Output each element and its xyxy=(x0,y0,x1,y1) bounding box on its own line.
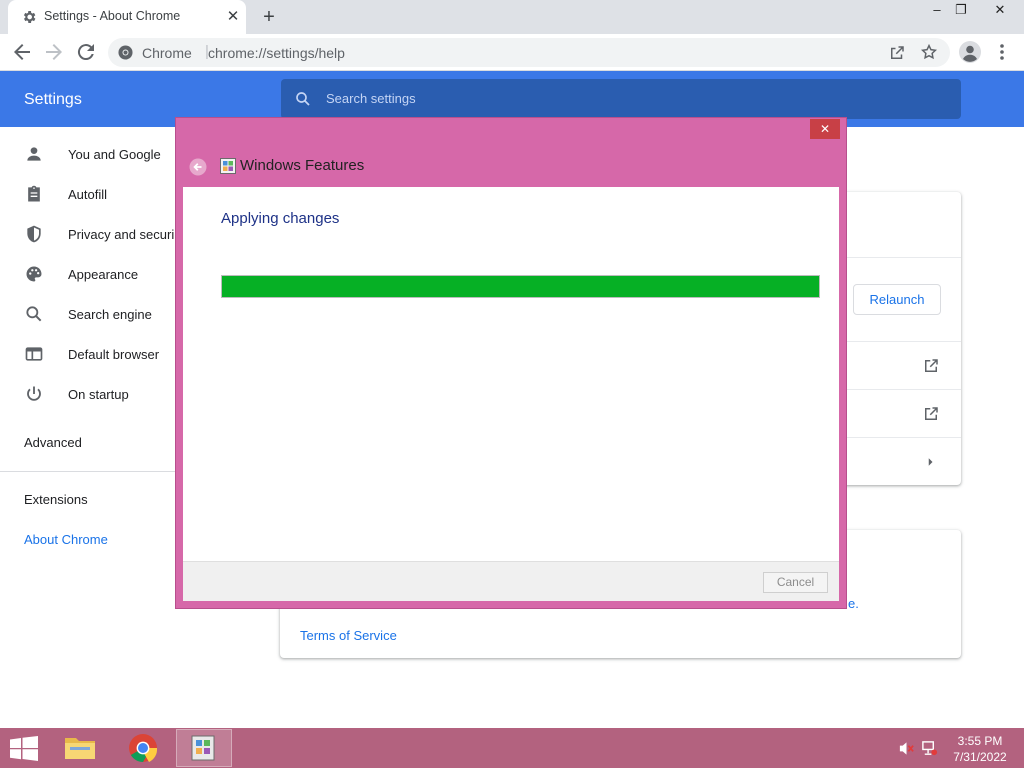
sidebar-item-appearance[interactable]: Appearance xyxy=(0,254,180,294)
chevron-right-icon[interactable] xyxy=(922,453,940,471)
shield-icon xyxy=(27,225,41,243)
dialog-close-button[interactable]: ✕ xyxy=(810,119,840,139)
dialog-content: Applying changes xyxy=(183,187,839,561)
terms-of-service-link[interactable]: Terms of Service xyxy=(300,628,397,643)
url-text[interactable]: chrome://settings/help xyxy=(208,45,345,61)
sidebar-item-label: Privacy and securi xyxy=(68,227,175,242)
browser-window-icon xyxy=(25,347,43,361)
sidebar-item-label: Autofill xyxy=(68,187,108,202)
more-menu-icon[interactable] xyxy=(995,40,1009,64)
share-icon[interactable] xyxy=(888,44,906,62)
windows-features-icon xyxy=(220,158,236,174)
taskbar-clock[interactable]: 3:55 PM 7/31/2022 xyxy=(944,733,1016,765)
sidebar-item-privacy-and-security[interactable]: Privacy and securi xyxy=(0,214,180,254)
clipboard-icon xyxy=(28,185,40,202)
sidebar-extensions[interactable]: Extensions xyxy=(24,492,88,507)
sidebar-item-autofill[interactable]: Autofill xyxy=(0,174,180,214)
palette-icon xyxy=(26,266,42,282)
sidebar-item-label: Appearance xyxy=(68,267,139,282)
search-icon xyxy=(26,306,42,322)
bookmark-star-icon[interactable] xyxy=(920,43,938,61)
window-close-button[interactable]: ✕ xyxy=(977,0,1023,22)
volume-muted-icon[interactable] xyxy=(898,740,915,757)
power-icon xyxy=(27,386,41,401)
taskbar: 3:55 PM 7/31/2022 xyxy=(0,728,1024,768)
dialog-footer: Cancel xyxy=(183,561,839,601)
clock-date: 7/31/2022 xyxy=(953,750,1007,764)
page-title: Settings xyxy=(24,91,82,108)
site-label: Chrome xyxy=(142,45,192,61)
profile-avatar-icon[interactable] xyxy=(958,40,982,64)
folder-icon xyxy=(65,738,95,759)
chrome-logo-icon xyxy=(118,45,133,60)
sidebar-item-on-startup[interactable]: On startup xyxy=(0,374,180,414)
taskbar-chrome[interactable] xyxy=(115,729,171,767)
sidebar-item-label: On startup xyxy=(68,387,129,402)
taskbar-file-explorer[interactable] xyxy=(52,729,108,767)
new-tab-button[interactable]: + xyxy=(258,6,280,28)
tab-strip: Settings - About Chrome ✕ + – ❐ ✕ xyxy=(0,0,1024,34)
sidebar-item-default-browser[interactable]: Default browser xyxy=(0,334,180,374)
dialog-heading: Applying changes xyxy=(221,210,340,227)
restore-button[interactable]: ❐ xyxy=(946,0,976,22)
progress-bar xyxy=(221,275,820,298)
search-icon xyxy=(296,92,310,106)
sidebar-item-label: Default browser xyxy=(68,347,160,362)
back-arrow-icon[interactable] xyxy=(189,158,207,176)
tab-settings-about-chrome[interactable]: Settings - About Chrome ✕ xyxy=(8,0,246,34)
sidebar-advanced[interactable]: Advanced xyxy=(24,435,82,450)
external-link-icon[interactable] xyxy=(922,405,940,423)
sidebar-divider xyxy=(0,471,180,472)
chrome-logo-icon xyxy=(129,734,158,762)
sidebar-item-you-and-google[interactable]: You and Google xyxy=(0,134,180,174)
tab-close-icon[interactable]: ✕ xyxy=(224,8,242,26)
sidebar-item-label: You and Google xyxy=(68,147,161,162)
address-bar[interactable]: Chrome | chrome://settings/help xyxy=(108,38,950,67)
progress-fill xyxy=(222,276,819,297)
windows-features-icon xyxy=(191,735,215,761)
cancel-button[interactable]: Cancel xyxy=(763,572,828,593)
link-fragment[interactable]: e. xyxy=(848,596,859,611)
windows-features-dialog: ✕ Windows Features Applying changes Canc… xyxy=(175,117,847,609)
forward-arrow-icon[interactable] xyxy=(42,40,66,64)
sidebar-about-chrome[interactable]: About Chrome xyxy=(24,532,108,547)
back-arrow-icon[interactable] xyxy=(10,40,34,64)
taskbar-windows-features[interactable] xyxy=(176,729,232,767)
search-settings-input[interactable]: Search settings xyxy=(281,79,961,119)
reload-icon[interactable] xyxy=(74,40,98,64)
search-placeholder: Search settings xyxy=(326,91,416,106)
relaunch-button[interactable]: Relaunch xyxy=(853,284,941,315)
external-link-icon[interactable] xyxy=(922,357,940,375)
gear-icon xyxy=(23,11,36,23)
browser-toolbar: Chrome | chrome://settings/help xyxy=(0,34,1024,71)
network-icon[interactable] xyxy=(921,740,938,757)
sidebar-item-label: Search engine xyxy=(68,307,152,322)
windows-start-icon[interactable] xyxy=(10,736,38,761)
clock-time: 3:55 PM xyxy=(957,734,1003,748)
dialog-title: Windows Features xyxy=(240,157,365,174)
sidebar-item-search-engine[interactable]: Search engine xyxy=(0,294,180,334)
person-icon xyxy=(27,147,41,161)
tab-title: Settings - About Chrome xyxy=(44,9,181,23)
